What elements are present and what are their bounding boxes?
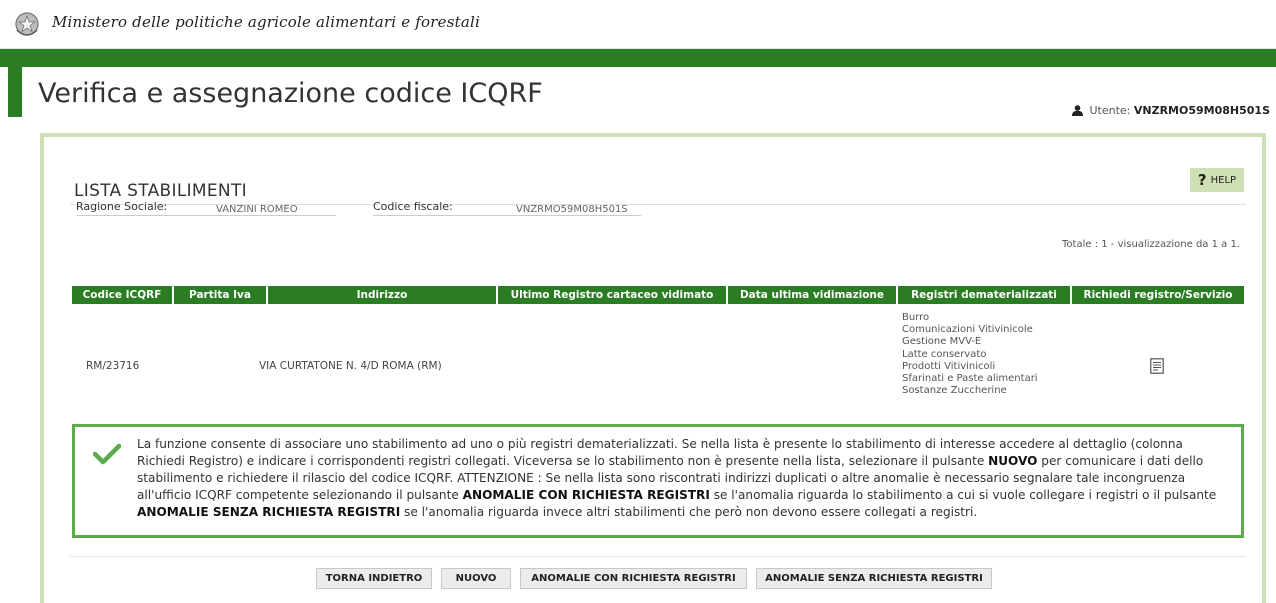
checkmark-icon [93, 443, 121, 465]
help-icon: ? [1197, 171, 1207, 189]
help-button[interactable]: ? HELP [1190, 168, 1244, 192]
title-accent [8, 67, 22, 117]
help-label: HELP [1210, 174, 1237, 186]
registro-item: Prodotti Vitivinicoli [902, 360, 996, 372]
col-indirizzo: Indirizzo [268, 286, 496, 304]
ragione-sociale-label: Ragione Sociale: [76, 200, 168, 213]
user-label: Utente: [1089, 104, 1131, 117]
ministry-name: Ministero delle politiche agricole alime… [52, 13, 480, 31]
row-registri-list: Burro Comunicazioni Vitivinicole Gestion… [902, 312, 1038, 397]
registro-item: Latte conservato [902, 348, 987, 360]
torna-indietro-button[interactable]: TORNA INDIETRO [316, 568, 432, 589]
buttons-divider [70, 556, 1246, 557]
info-bold-nuovo: NUOVO [988, 454, 1038, 468]
anomalie-con-richiesta-button[interactable]: ANOMALIE CON RICHIESTA REGISTRI [520, 568, 747, 589]
user-icon [1072, 105, 1084, 116]
user-value: VNZRMO59M08H501S [1133, 104, 1270, 117]
info-box: La funzione consente di associare uno st… [72, 424, 1244, 538]
info-text-part: se l'anomalia riguarda lo stabilimento a… [709, 488, 1217, 502]
info-text-part: se l'anomalia riguarda invece altri stab… [400, 505, 978, 519]
ragione-underline [76, 215, 336, 216]
col-registri: Registri dematerializzati [898, 286, 1070, 304]
section-title: LISTA STABILIMENTI [74, 181, 247, 201]
registro-item: Comunicazioni Vitivinicole [902, 324, 1033, 336]
registro-item: Sfarinati e Paste alimentari [902, 373, 1038, 385]
registro-item: Burro [902, 312, 930, 323]
col-ultimo-registro: Ultimo Registro cartaceo vidimato [498, 286, 726, 304]
header-green-bar [0, 49, 1276, 67]
info-bold-anomalie-senza: ANOMALIE SENZA RICHIESTA REGISTRI [137, 505, 401, 519]
info-text: La funzione consente di associare uno st… [137, 436, 1227, 521]
codice-fiscale-value: VNZRMO59M08H501S [516, 204, 628, 215]
col-codice-icqrf: Codice ICQRF [72, 286, 172, 304]
col-partita-iva: Partita Iva [174, 286, 266, 304]
user-info: Utente: VNZRMO59M08H501S [1072, 104, 1270, 117]
row-codice: RM/23716 [86, 360, 140, 372]
info-bold-anomalie-con: ANOMALIE CON RICHIESTA REGISTRI [462, 488, 710, 502]
ragione-sociale-value: VANZINI ROMEO [216, 204, 298, 215]
anomalie-senza-richiesta-button[interactable]: ANOMALIE SENZA RICHIESTA REGISTRI [756, 568, 992, 589]
nuovo-button[interactable]: NUOVO [441, 568, 511, 589]
col-data-vidimazione: Data ultima vidimazione [728, 286, 896, 304]
total-count: Totale : 1 - visualizzazione da 1 a 1. [1062, 239, 1240, 250]
top-bar: Ministero delle politiche agricole alime… [0, 0, 1276, 49]
document-icon[interactable] [1150, 358, 1164, 374]
registro-item: Sostanze Zuccherine [902, 385, 1007, 397]
col-richiedi: Richiedi registro/Servizio [1072, 286, 1244, 304]
row-indirizzo: VIA CURTATONE N. 4/D ROMA (RM) [259, 360, 442, 372]
registro-item: Gestione MVV-E [902, 336, 982, 348]
republic-emblem-icon [15, 12, 39, 36]
cf-underline [373, 215, 641, 216]
codice-fiscale-label: Codice fiscale: [373, 200, 453, 213]
page-title: Verifica e assegnazione codice ICQRF [38, 78, 543, 109]
